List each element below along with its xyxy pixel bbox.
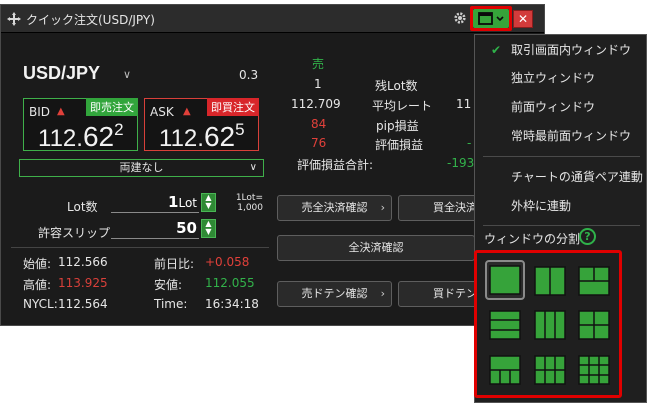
currency-pair[interactable]: USD/JPY (23, 63, 100, 84)
prevdiff-value: +0.058 (205, 255, 250, 269)
nycl-value: 112.564 (58, 297, 108, 311)
bid-box[interactable]: BID ▲ 即売注文 112.622 (23, 98, 138, 152)
time-value: 16:34:18 (205, 297, 259, 311)
hedging-select[interactable]: 両建なし ∨ (19, 159, 264, 177)
nycl-label: NYCL: (23, 297, 58, 311)
quick-order-window: クイック注文(USD/JPY) ✕ USD/JPY ∨ 0.3 BID ▲ 即売… (0, 4, 545, 326)
slippage-input[interactable]: 50 (111, 219, 199, 239)
menu-separator (483, 225, 640, 226)
help-icon[interactable]: ? (579, 228, 596, 245)
avg-rate-label: 平均レート (372, 99, 433, 113)
high-value: 113.925 (58, 276, 108, 290)
all-close-button[interactable]: 全決済確認 (277, 235, 475, 261)
spread-value: 0.3 (239, 68, 259, 82)
bid-label: BID (29, 105, 51, 119)
sell-doten-button[interactable]: 売ドテン確認 › (277, 281, 392, 307)
up-arrow-icon: ▲ (183, 106, 191, 117)
open-value: 112.566 (58, 255, 108, 269)
lot-remaining-label: 残Lot数 (375, 79, 418, 93)
hedging-select-value: 両建なし (119, 161, 164, 174)
left-panel: USD/JPY ∨ 0.3 BID ▲ 即売注文 112.622 ASK ▲ 即… (11, 43, 269, 313)
ask-price: 112.625 (159, 120, 245, 152)
low-value: 112.055 (205, 276, 255, 290)
prevdiff-label: 前日比: (154, 257, 195, 271)
up-arrow-icon: ▲ (57, 106, 65, 117)
window-title: クイック注文(USD/JPY) (26, 13, 155, 27)
lot-note: 1Lot= 1,000 (235, 193, 263, 213)
chevron-down-icon[interactable]: ∨ (123, 68, 131, 81)
check-icon: ✔ (491, 43, 502, 57)
instant-sell-tag[interactable]: 即売注文 (86, 98, 138, 116)
unrealized-label: 評価損益 (375, 138, 424, 152)
chevron-right-icon: › (380, 287, 385, 300)
move-icon[interactable] (6, 11, 22, 27)
title-bar[interactable]: クイック注文(USD/JPY) ✕ (1, 5, 544, 33)
low-label: 安値: (154, 278, 183, 292)
menu-item-chart-pair-sync[interactable]: チャートの通貨ペア連動 (475, 163, 646, 191)
divider (11, 247, 269, 248)
screen: クイック注文(USD/JPY) ✕ USD/JPY ∨ 0.3 BID ▲ 即売… (0, 0, 653, 404)
slippage-label: 許容スリップ (38, 226, 111, 240)
close-button[interactable]: ✕ (513, 10, 533, 28)
menu-separator (483, 156, 640, 157)
gear-icon[interactable] (453, 11, 467, 25)
avg-rate-value: 112.709 (291, 97, 341, 111)
avg-rate-right: 11 (456, 97, 472, 111)
menu-item-always-on-top[interactable]: 常時最前面ウィンドウ (475, 122, 646, 150)
high-label: 高値: (23, 278, 52, 292)
buy-close-button[interactable]: 買全決済 (398, 195, 478, 221)
menu-item-front-window[interactable]: 前面ウィンドウ (475, 93, 646, 121)
bid-price: 112.622 (38, 120, 124, 152)
instant-buy-tag[interactable]: 即買注文 (207, 98, 259, 116)
pip-label: pip損益 (376, 119, 419, 133)
menu-item-frame-sync[interactable]: 外枠に連動 (475, 192, 646, 220)
total-pl-value: -193 (447, 156, 475, 170)
buy-doten-button[interactable]: 買ドテン (398, 281, 478, 307)
open-label: 始値: (23, 257, 52, 271)
lot-input[interactable]: 1Lot (111, 193, 199, 213)
sell-close-button[interactable]: 売全決済確認 › (277, 195, 392, 221)
menu-item-in-trade-window[interactable]: ✔ 取引画面内ウィンドウ (475, 36, 646, 64)
lot-stepper[interactable]: ▲ ▼ (201, 193, 216, 212)
down-icon[interactable]: ▼ (202, 228, 215, 236)
ask-box[interactable]: ASK ▲ 即買注文 112.625 (144, 98, 259, 152)
pip-value: 84 (311, 117, 327, 131)
position-side: 売 (312, 57, 325, 71)
menu-item-separate-window[interactable]: 独立ウィンドウ (475, 64, 646, 92)
split-grid-highlight (474, 250, 622, 398)
ask-label: ASK (150, 105, 174, 119)
unrealized-value: 76 (311, 136, 327, 150)
close-icon: ✕ (517, 12, 529, 26)
lot-remaining-value: 1 (314, 77, 322, 91)
chevron-right-icon: › (380, 201, 385, 214)
split-title: ウィンドウの分割 (484, 232, 581, 246)
unrealized-right: - (467, 136, 472, 150)
time-label: Time: (154, 297, 188, 311)
chevron-down-icon: ∨ (249, 162, 257, 173)
slippage-stepper[interactable]: ▲ ▼ (201, 219, 216, 238)
total-pl-label: 評価損益合計: (297, 158, 374, 172)
down-icon[interactable]: ▼ (202, 202, 215, 210)
layout-button-highlight (470, 6, 512, 31)
lot-label: Lot数 (67, 200, 98, 214)
